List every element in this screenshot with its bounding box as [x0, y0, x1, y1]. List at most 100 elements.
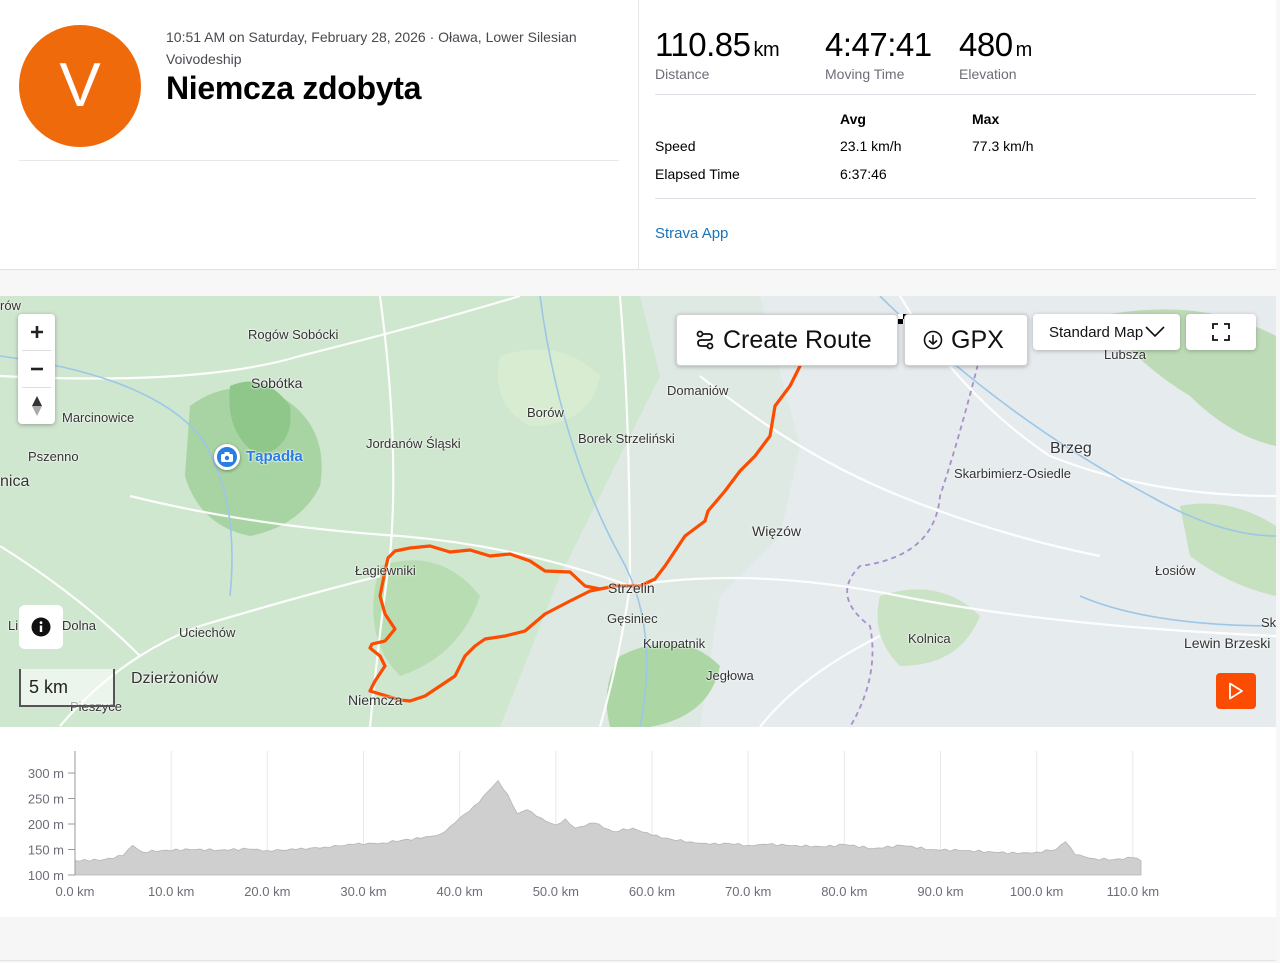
row-avg: 6:37:46	[840, 166, 887, 182]
divider	[655, 94, 1256, 95]
stat-label: Distance	[655, 66, 710, 82]
stat-moving-time: 4:47:41 Moving Time	[825, 26, 932, 82]
map-canvas[interactable]	[0, 296, 1276, 727]
photo-label[interactable]: Tąpadła	[246, 448, 303, 465]
stat-elevation: 480 m Elevation	[959, 26, 1032, 82]
map-place-label: Pszenno	[28, 449, 79, 464]
map-place-label: Kolnica	[908, 631, 951, 646]
row-label: Elapsed Time	[655, 166, 740, 182]
zoom-in-button[interactable]	[18, 314, 55, 350]
stat-value: 480	[959, 26, 1013, 63]
map-place-label: Sobótka	[251, 375, 303, 391]
route-map[interactable]: rów Rogów Sobócki Sobótka Marcinowice Ps…	[0, 296, 1276, 727]
gpx-download-button[interactable]: GPX	[904, 314, 1028, 366]
y-tick-label: 300 m	[28, 766, 64, 781]
route-icon	[696, 330, 714, 350]
column-header-max: Max	[972, 111, 1000, 127]
divider	[19, 160, 619, 161]
map-place-label: Marcinowice	[62, 410, 135, 425]
photo-marker[interactable]	[214, 444, 240, 470]
activity-header: V 10:51 AM on Saturday, February 28, 202…	[0, 0, 1276, 270]
activity-title: Niemcza zdobyta	[166, 70, 422, 106]
device-link[interactable]: Strava App	[655, 225, 728, 242]
details-header-row: Avg Max	[655, 111, 1255, 131]
fullscreen-icon	[1212, 323, 1230, 341]
info-icon	[31, 617, 51, 637]
download-icon	[923, 330, 943, 350]
x-tick-label: 20.0 km	[244, 884, 290, 899]
elevation-area	[74, 779, 1142, 876]
map-place-label: Jordanów Śląski	[366, 436, 461, 451]
map-place-label: Łosiów	[1155, 563, 1196, 578]
attribution-info-button[interactable]	[19, 605, 63, 649]
zoom-controls	[18, 314, 55, 424]
elevation-chart[interactable]: 0.0 km 10.0 km 20.0 km 30.0 km 40.0 km 50.0 k…	[0, 727, 1276, 917]
map-place-label: Uciechów	[179, 625, 236, 640]
athlete-avatar[interactable]: V	[19, 25, 141, 147]
x-tick-label: 40.0 km	[437, 884, 483, 899]
map-place-label: Łagiewniki	[355, 563, 416, 578]
map-place-label: Brzeg	[1050, 440, 1092, 457]
stat-value: 110.85	[655, 26, 751, 63]
x-tick-label: 90.0 km	[917, 884, 963, 899]
map-place-label: Więzów	[752, 523, 802, 539]
y-tick-label: 150 m	[28, 843, 64, 858]
details-row-speed: Speed 23.1 km/h 77.3 km/h	[655, 138, 1255, 158]
plus-icon	[30, 326, 43, 338]
compass-button[interactable]	[18, 388, 55, 424]
map-place-label: Dzierżoniów	[131, 670, 219, 687]
map-place-label: Gęsiniec	[607, 611, 658, 626]
camera-icon	[221, 452, 233, 462]
map-type-label: Standard Map	[1049, 323, 1144, 341]
flyover-play-button[interactable]	[1216, 673, 1256, 709]
x-tick-label: 50.0 km	[533, 884, 579, 899]
activity-meta: 10:51 AM on Saturday, February 28, 2026 …	[166, 29, 577, 67]
map-type-select[interactable]: Standard Map	[1033, 314, 1180, 350]
x-tick-label: 0.0 km	[55, 884, 94, 899]
map-place-label: rów	[0, 298, 21, 313]
play-icon	[1229, 682, 1243, 700]
map-place-label: Lewin Brzeski	[1184, 635, 1271, 651]
map-place-label: nica	[0, 473, 30, 490]
divider	[655, 198, 1256, 199]
page-footer-strip	[0, 917, 1276, 961]
x-tick-label: 80.0 km	[821, 884, 867, 899]
row-label: Speed	[655, 138, 696, 154]
map-place-label: Kuropatnik	[643, 636, 706, 651]
map-place-label: Jegłowa	[706, 668, 754, 683]
gpx-label: GPX	[951, 325, 1004, 354]
elevation-chart-svg[interactable]: 0.0 km 10.0 km 20.0 km 30.0 km 40.0 km 50.0 k…	[0, 727, 1276, 917]
row-max: 77.3 km/h	[972, 138, 1034, 154]
y-tick-label: 100 m	[28, 868, 64, 883]
stat-label: Moving Time	[825, 66, 905, 82]
y-tick-label: 250 m	[28, 792, 64, 807]
x-tick-label: 110.0 km	[1107, 884, 1160, 899]
map-place-label: Domaniów	[667, 383, 729, 398]
map-scale: 5 km	[19, 669, 115, 707]
map-place-label: Sk	[1261, 615, 1276, 630]
fullscreen-button[interactable]	[1186, 314, 1256, 350]
stat-label: Elevation	[959, 66, 1017, 82]
minus-icon	[30, 367, 43, 371]
map-place-label: Niemcza	[348, 692, 403, 708]
map-place-label: Dolna	[62, 618, 96, 633]
map-place-label: Borów	[527, 405, 564, 420]
create-route-button[interactable]: Create Route	[676, 314, 898, 366]
stat-distance: 110.85 km Distance	[655, 26, 780, 82]
create-route-label: Create Route	[723, 325, 872, 354]
row-avg: 23.1 km/h	[840, 138, 902, 154]
x-tick-label: 10.0 km	[148, 884, 194, 899]
x-tick-label: 100.0 km	[1010, 884, 1063, 899]
map-place-label: Rogów Sobócki	[248, 327, 339, 342]
stat-unit: m	[1015, 39, 1033, 61]
map-place-label: Skarbimierz-Osiedle	[954, 466, 1072, 481]
y-tick-label: 200 m	[28, 817, 64, 832]
chevron-down-icon	[1145, 326, 1165, 338]
zoom-out-button[interactable]	[18, 351, 55, 387]
map-place-label: Borek Strzeliński	[578, 431, 675, 446]
x-tick-label: 30.0 km	[340, 884, 386, 899]
divider	[638, 0, 639, 270]
map-place-label: Strzelin	[608, 580, 655, 596]
details-row-elapsed: Elapsed Time 6:37:46	[655, 166, 1255, 186]
x-tick-label: 70.0 km	[725, 884, 771, 899]
